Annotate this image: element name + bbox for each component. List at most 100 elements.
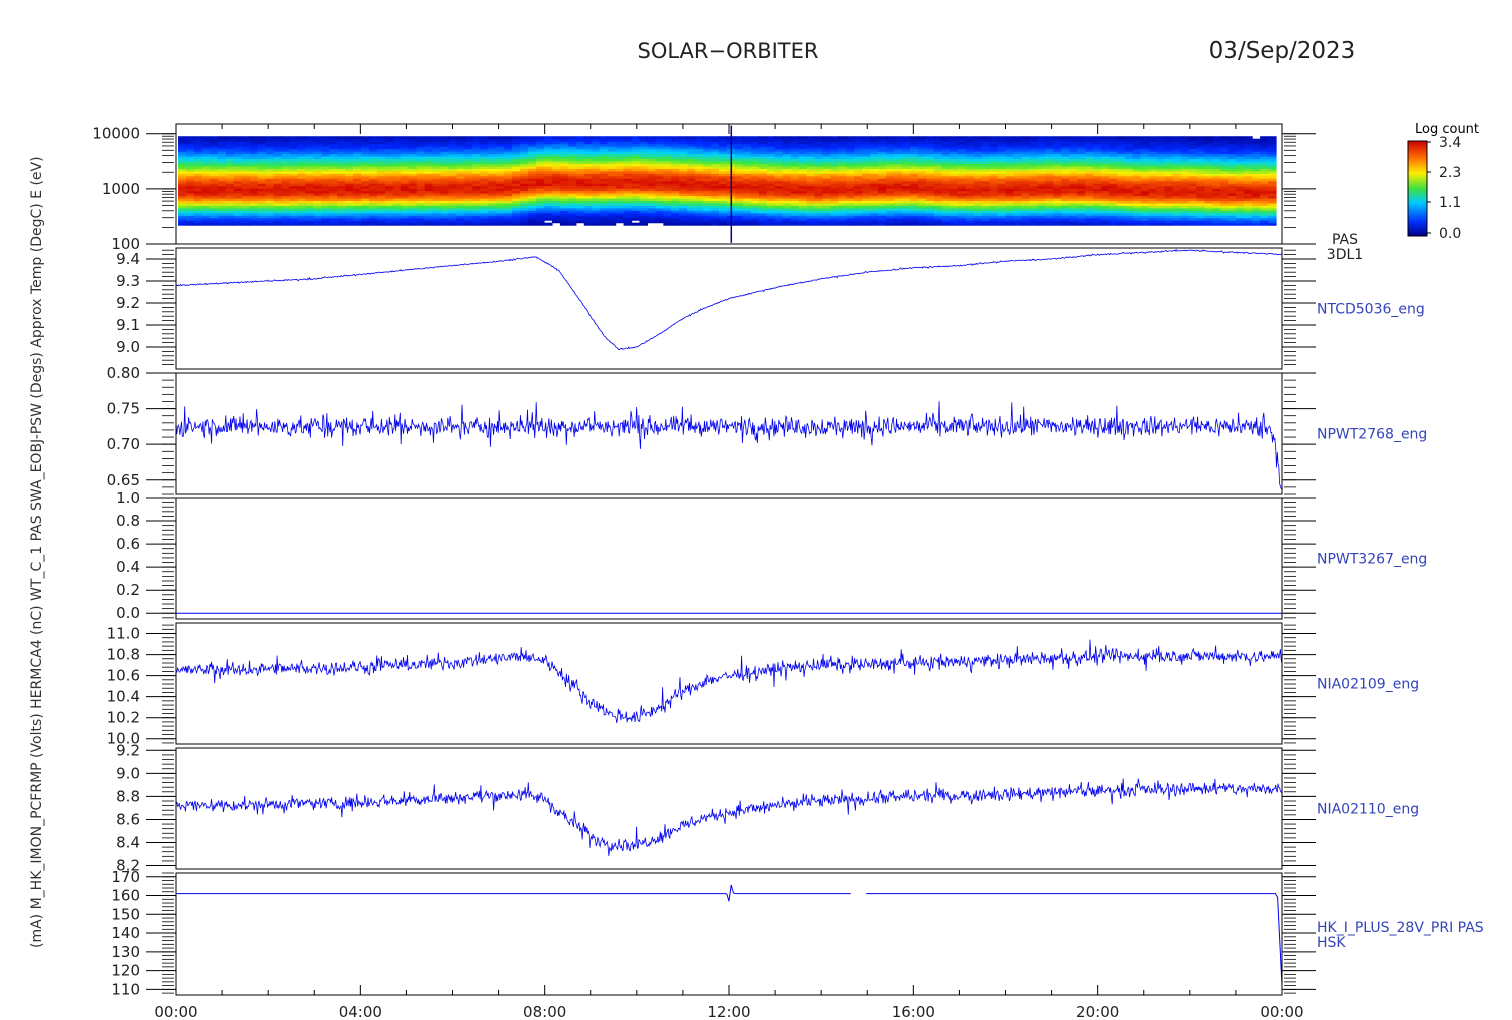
spectrogram-cell — [456, 136, 466, 140]
page-date: 03/Sep/2023 — [1209, 38, 1356, 64]
spectrogram-cell — [583, 136, 593, 140]
spectrogram-cell — [544, 136, 553, 140]
spectrogram-cell — [185, 136, 195, 140]
spectrogram-cell — [886, 136, 895, 140]
spectrogram-cell — [703, 136, 712, 140]
spectrogram-cell — [520, 136, 529, 140]
spectrogram-cell — [408, 136, 418, 140]
spectrogram-cell — [894, 136, 903, 140]
spectrogram-cell — [687, 136, 696, 140]
spectrogram-cell — [679, 136, 688, 140]
spectrogram-cell — [1013, 136, 1022, 140]
spectrogram-cell — [1260, 136, 1269, 140]
spectrogram-cell — [917, 136, 927, 140]
spectrogram-cell — [607, 136, 617, 140]
spectrogram-cell — [997, 136, 1007, 140]
spectrogram-cell — [440, 136, 450, 140]
spectrogram-cell — [631, 136, 641, 140]
spectrogram-cell — [615, 136, 625, 140]
spectrogram-cell — [790, 136, 800, 140]
spectrogram-cell — [353, 136, 362, 140]
spectrogram-cell — [695, 136, 704, 140]
spectrogram-cell — [838, 136, 847, 140]
spectrogram-cell — [1108, 136, 1118, 140]
spectrogram-cell — [862, 136, 871, 140]
spectrogram-cell — [273, 136, 283, 140]
spectrogram-cell — [1100, 136, 1110, 140]
spectrogram-cell — [782, 136, 792, 140]
spectrogram-cell — [1220, 136, 1229, 140]
spectrogram-cell — [241, 136, 251, 140]
spectrogram-cell — [1252, 138, 1261, 142]
spectrogram-cell — [734, 136, 744, 140]
spectrogram-cell — [846, 136, 855, 140]
spectrogram-cell — [647, 136, 656, 140]
spectrogram-cell — [639, 136, 649, 140]
spectrogram-cell — [1037, 136, 1046, 140]
spectrogram-cell — [878, 136, 887, 140]
panel-0: 100001000100 PAS3DL1 — [92, 123, 1363, 263]
spectrogram-cell — [910, 136, 919, 140]
spectrogram-cell — [973, 136, 983, 140]
spectrogram-cell — [854, 136, 863, 140]
spectrogram-cell — [1077, 136, 1086, 140]
spectrogram-cell — [925, 136, 935, 140]
spectrogram-cell — [504, 136, 513, 140]
spectrogram-cell — [766, 136, 776, 140]
spectrogram-cell — [472, 136, 481, 140]
spectrogram-cell — [305, 136, 314, 140]
spectrogram-cell — [321, 136, 330, 140]
spectrogram-cell — [1172, 136, 1182, 140]
spectrogram-cell — [281, 136, 290, 140]
spectrogram-cell — [424, 136, 434, 140]
spectrogram-cell — [1268, 136, 1277, 140]
spectrogram-cell — [209, 136, 219, 140]
spectrogram-cell — [711, 136, 720, 140]
spectrogram-cell — [798, 136, 808, 140]
spectrogram-cell — [1085, 136, 1094, 140]
spectrogram-cell — [265, 136, 275, 140]
spectrogram-cell — [1061, 136, 1070, 140]
spectrogram-cell — [448, 136, 458, 140]
spectrogram-cell — [1093, 136, 1102, 140]
spectrogram-cell — [1188, 136, 1198, 140]
left-axis-label: (mA) M_HK_IMON_PCFRMP (Volts) HERMCA4 (n… — [29, 156, 45, 948]
spectrogram-cell — [217, 136, 227, 140]
spectrogram-cell — [544, 222, 553, 226]
spectrogram-cell — [957, 136, 967, 140]
spectrogram-cell — [289, 136, 298, 140]
spectrogram-cell — [345, 136, 354, 140]
spectrogram-cell — [774, 136, 784, 140]
spectrogram-cell — [1140, 136, 1150, 140]
chart-canvas: SOLAR−ORBITER 03/Sep/2023 (mA) M_HK_IMON… — [29, 38, 1484, 1020]
spectrogram-cell — [806, 136, 816, 140]
spectrogram-cell — [830, 136, 839, 140]
spectrogram-cell — [337, 136, 346, 140]
spectrogram-cell — [1045, 136, 1054, 140]
spectrogram-cell — [225, 136, 235, 140]
spectrogram-cell — [1244, 136, 1253, 140]
spectrogram-cell — [329, 136, 338, 140]
spectrogram-cell — [671, 136, 680, 140]
spectrogram-cell — [464, 136, 473, 140]
spectrogram-cell — [941, 136, 951, 140]
spectrogram-cell — [591, 136, 601, 140]
spectrogram-cell — [1156, 136, 1166, 140]
spectrogram-cell — [1116, 136, 1126, 140]
spectrogram-cell — [758, 136, 768, 140]
spectrogram-cell — [257, 136, 267, 140]
spectrogram-cell — [1236, 136, 1245, 140]
spectrogram-cell — [1005, 136, 1015, 140]
spectrogram-cell — [416, 136, 426, 140]
spectrogram-cell — [742, 136, 752, 140]
spectrogram-cell — [368, 136, 378, 140]
spectrogram-cell — [663, 136, 672, 140]
spectrogram-cell — [1228, 136, 1237, 140]
spectrogram-cell — [822, 136, 832, 140]
spectrogram-cell — [870, 136, 879, 140]
spectrogram-cell — [249, 136, 259, 140]
spectrogram-cell — [933, 136, 943, 140]
spectrogram-cell — [599, 136, 609, 140]
spectrogram-cell — [1069, 136, 1078, 140]
spectrogram-cell — [719, 136, 728, 140]
